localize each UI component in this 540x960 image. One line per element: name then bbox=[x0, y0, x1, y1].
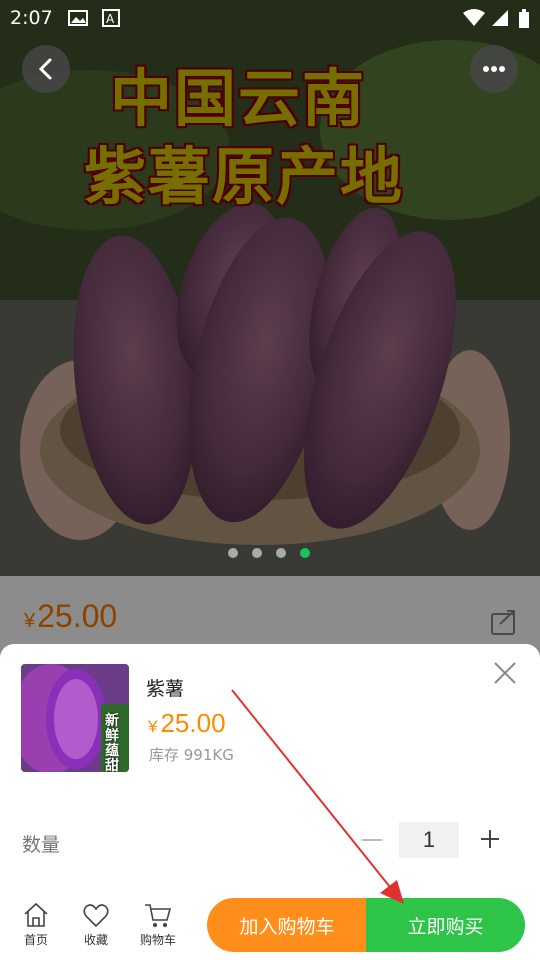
back-button[interactable] bbox=[22, 45, 70, 93]
nav-cart-label: 购物车 bbox=[139, 933, 176, 947]
svg-text:A: A bbox=[106, 12, 115, 26]
carousel-dot-active[interactable] bbox=[300, 548, 310, 558]
minus-button[interactable] bbox=[362, 839, 382, 841]
more-button[interactable] bbox=[470, 45, 518, 93]
home-icon bbox=[24, 902, 48, 927]
buy-now-button[interactable]: 立即购买 bbox=[366, 898, 525, 952]
sku-name: 紫薯 bbox=[146, 678, 185, 700]
quantity-input[interactable]: 1 bbox=[399, 822, 459, 858]
sku-stock: 库存 991KG bbox=[149, 746, 234, 764]
carousel-dot[interactable] bbox=[228, 548, 238, 558]
add-to-cart-button[interactable]: 加入购物车 bbox=[207, 898, 367, 952]
quantity-label: 数量 bbox=[22, 834, 61, 856]
nav-favorite-label: 收藏 bbox=[83, 933, 108, 947]
status-bar: 2:07 A bbox=[0, 0, 540, 36]
more-dots-icon bbox=[483, 66, 505, 72]
nav-favorite[interactable]: 收藏 bbox=[70, 902, 122, 948]
battery-icon bbox=[518, 9, 530, 34]
carousel-dot[interactable] bbox=[252, 548, 262, 558]
chevron-left-icon bbox=[38, 58, 52, 80]
status-time: 2:07 bbox=[10, 7, 53, 29]
cart-icon bbox=[145, 904, 172, 927]
close-icon[interactable] bbox=[492, 660, 518, 686]
nav-cart[interactable]: 购物车 bbox=[132, 902, 184, 948]
sku-price: ¥25.00 bbox=[148, 708, 226, 738]
carousel-indicator bbox=[228, 548, 310, 558]
image-icon bbox=[68, 9, 88, 32]
wifi-icon bbox=[462, 9, 486, 32]
a-icon: A bbox=[102, 9, 120, 32]
nav-home-label: 首页 bbox=[23, 933, 48, 947]
sku-thumbnail: 新鲜蕴甜 bbox=[21, 664, 129, 772]
plus-button[interactable] bbox=[479, 828, 501, 850]
sku-selection-sheet: 新鲜蕴甜 紫薯 ¥25.00 库存 991KG 数量 1 首页 收藏 购物车 加… bbox=[0, 644, 540, 960]
signal-icon bbox=[490, 9, 510, 32]
carousel-dot[interactable] bbox=[276, 548, 286, 558]
nav-home[interactable]: 首页 bbox=[10, 902, 62, 948]
thumbnail-caption: 新鲜蕴甜 bbox=[105, 713, 119, 773]
heart-icon bbox=[83, 904, 109, 928]
